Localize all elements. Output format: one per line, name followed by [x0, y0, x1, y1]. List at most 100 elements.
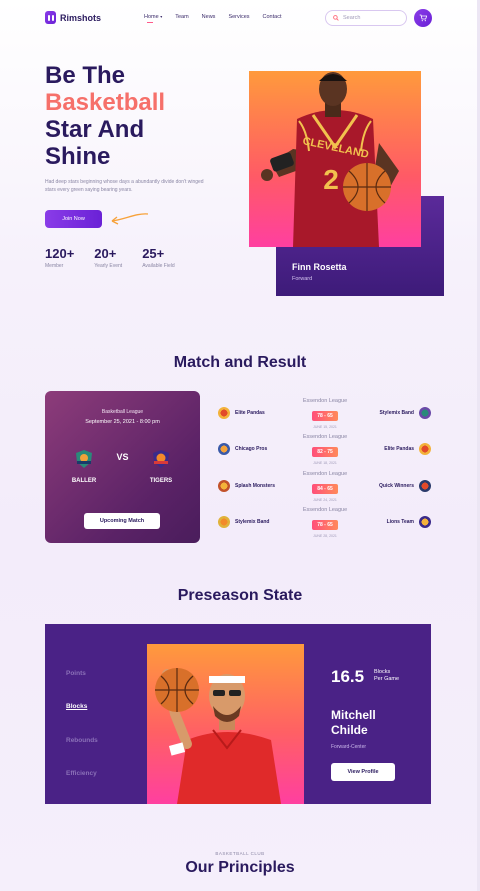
match-date: September 25, 2021 - 8:00 pm: [85, 419, 160, 425]
result-away: Stylemix Band: [380, 407, 431, 419]
search-icon: [333, 15, 339, 21]
result-home: Chicago Pros: [218, 443, 267, 455]
stat-value: 120+: [45, 246, 75, 261]
stat-members: 120+ Member: [45, 246, 74, 269]
result-home: Splash Monsters: [218, 480, 275, 492]
away-team: Stylemix Band: [379, 410, 414, 416]
stat-label: Member: [45, 263, 64, 269]
result-away: Elite Pandas: [384, 443, 431, 455]
result-score: 84 - 65: [312, 484, 338, 494]
player-spinning-ball-illustration: [155, 668, 281, 804]
jersey-number: 2: [323, 164, 339, 195]
home-team-name: BALLER: [71, 478, 97, 484]
stat-label-line1: Blocks: [374, 669, 391, 675]
result-home: Stylemix Band: [218, 516, 269, 528]
result-home: Elite Pandas: [218, 407, 265, 419]
stat-label: Yearly Event: [94, 263, 123, 269]
preseason-player-name: Mitchell Childe: [331, 708, 421, 738]
hero-stats: 120+ Member 20+ Yearly Event 25+ Available …: [45, 246, 175, 269]
join-now-button[interactable]: Join Now: [45, 210, 102, 228]
result-row[interactable]: Chicago Pros Essendon League 82 - 75 JUNE …: [218, 434, 433, 465]
versus-label: VS: [116, 452, 129, 462]
preseason-player-position: Forward-Center: [331, 744, 367, 750]
basketball-player-illustration: CLEVELAND 2: [261, 72, 399, 247]
team-badge-icon: [218, 407, 230, 419]
result-date: JUNE 15, 2021: [313, 425, 337, 429]
result-date: JUNE 18, 2021: [313, 461, 337, 465]
nav-link-contact[interactable]: Contact: [263, 14, 282, 20]
stat-fields: 25+ Available Field: [142, 246, 174, 269]
result-center: Essendon League 78 - 65 JUNE 15, 2021: [296, 398, 354, 429]
upcoming-match-card: Basketball League September 25, 2021 - 8…: [45, 391, 200, 543]
principles-title: Our Principles: [185, 859, 295, 876]
team-badge-icon: [218, 516, 230, 528]
principles-eyebrow: BASKETBALL CLUB: [215, 851, 265, 856]
hero-player-image: CLEVELAND 2: [249, 71, 421, 247]
home-team: Splash Monsters: [235, 483, 276, 489]
nav-link-news[interactable]: News: [202, 14, 216, 20]
stat-tab-efficiency[interactable]: Efficiency: [66, 770, 97, 777]
result-row[interactable]: Splash Monsters Essendon League 84 - 65 JU…: [218, 471, 433, 502]
upcoming-match-button[interactable]: Upcoming Match: [84, 513, 160, 529]
preseason-stat-value: 16.5: [331, 667, 365, 686]
arrow-doodle-icon: [111, 213, 149, 225]
chevron-down-icon: ▾: [160, 14, 163, 19]
brand-name: Rimshots: [60, 12, 102, 23]
player-position: Forward: [292, 276, 313, 282]
result-score: 78 - 65: [312, 411, 338, 421]
result-away: Lions Team: [387, 516, 431, 528]
stat-tab-rebounds[interactable]: Rebounds: [66, 737, 98, 744]
stat-label-line2: Per Game: [374, 676, 400, 682]
brand-logo[interactable]: Rimshots: [45, 11, 101, 24]
team-badge-icon: [419, 407, 431, 419]
result-league: Essendon League: [302, 398, 348, 404]
team-badge-icon: [419, 443, 431, 455]
match-section-title: Match and Result: [173, 354, 307, 371]
hero-title-line1: Be The: [45, 62, 126, 89]
view-profile-button[interactable]: View Profile: [331, 763, 395, 781]
cart-icon: [419, 14, 427, 22]
search-input[interactable]: [343, 15, 398, 21]
result-date: JUNE 28, 2021: [313, 534, 337, 538]
stat-tab-blocks[interactable]: Blocks: [66, 703, 87, 710]
result-date: JUNE 24, 2021: [313, 498, 337, 502]
stat-value: 25+: [142, 246, 165, 261]
team-badge-icon: [218, 480, 230, 492]
result-league: Essendon League: [302, 507, 348, 513]
nav-link-home[interactable]: Home ▾: [144, 14, 163, 23]
result-away: Quick Winners: [379, 480, 431, 492]
preseason-section-title: Preseason State: [177, 587, 303, 604]
stat-events: 20+ Yearly Event: [94, 246, 122, 269]
nav-home-label: Home: [144, 14, 159, 20]
result-center: Essendon League 84 - 65 JUNE 24, 2021: [296, 471, 354, 502]
home-team: Elite Pandas: [235, 410, 265, 416]
player-last-name: Childe: [331, 723, 368, 737]
cart-button[interactable]: [414, 9, 432, 27]
match-league: Basketball League: [101, 409, 144, 415]
player-first-name: Mitchell: [331, 708, 376, 722]
away-team-name: TIGERS: [149, 478, 173, 484]
search-box: [325, 10, 407, 26]
away-team: Lions Team: [386, 519, 414, 525]
tigers-logo-icon: [153, 450, 169, 468]
nav-link-services[interactable]: Services: [228, 14, 249, 20]
result-row[interactable]: Elite Pandas Essendon League 78 - 65 JUNE …: [218, 398, 433, 429]
main-nav: Home ▾ Team News Services Contact: [144, 14, 282, 23]
result-center: Essendon League 78 - 65 JUNE 28, 2021: [296, 507, 354, 538]
nav-link-team[interactable]: Team: [175, 14, 188, 20]
stat-label: Available Field: [142, 263, 175, 269]
stat-tab-points[interactable]: Points: [66, 670, 86, 677]
result-row[interactable]: Stylemix Band Essendon League 78 - 65 JUNE…: [218, 507, 433, 538]
preseason-stat-label: Blocks Per Game: [374, 669, 414, 683]
home-team: Chicago Pros: [235, 446, 268, 452]
hero-title: Be The Basketball Star And Shine: [45, 62, 165, 170]
home-team: Stylemix Band: [235, 519, 270, 525]
result-score: 82 - 75: [312, 447, 338, 457]
preseason-player-image: [147, 644, 304, 804]
result-league: Essendon League: [302, 471, 348, 477]
hero-title-line2: Basketball: [45, 89, 166, 116]
result-center: Essendon League 82 - 75 JUNE 18, 2021: [296, 434, 354, 465]
hero-description: Had deep stars beginning whose days a ab…: [45, 179, 204, 193]
team-badge-icon: [419, 480, 431, 492]
stat-value: 20+: [94, 246, 117, 261]
